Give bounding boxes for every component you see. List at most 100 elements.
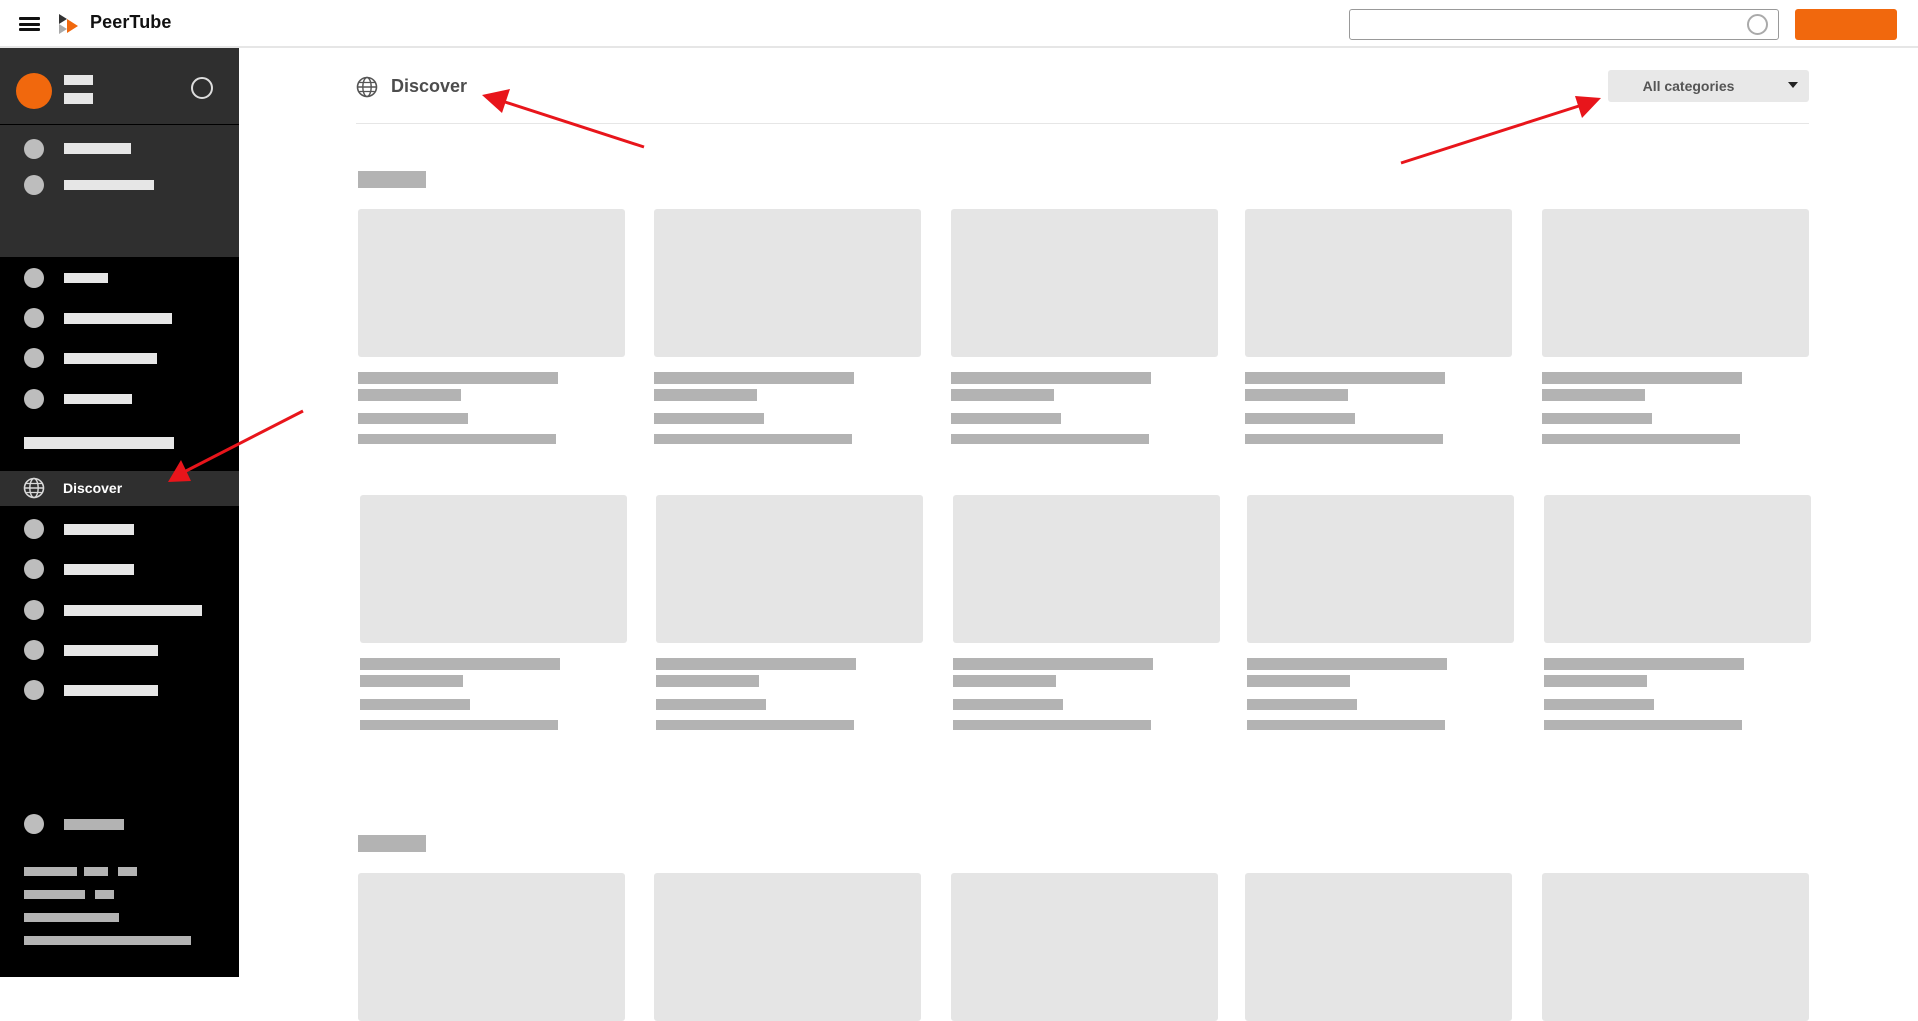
header-divider [356, 123, 1809, 124]
video-thumbnail[interactable] [953, 495, 1220, 643]
video-channel[interactable] [1247, 699, 1357, 710]
video-meta [953, 720, 1151, 730]
sidebar-item-about[interactable] [64, 819, 124, 830]
video-thumbnail[interactable] [360, 495, 627, 643]
video-thumbnail[interactable] [358, 209, 625, 357]
video-thumbnail[interactable] [1542, 873, 1809, 1021]
sidebar-item-icon [24, 268, 44, 288]
video-meta [654, 434, 852, 444]
video-meta [1544, 720, 1742, 730]
chevron-down-icon[interactable] [1788, 82, 1798, 88]
sidebar-item-my-account[interactable] [64, 143, 131, 154]
video-title[interactable] [654, 389, 757, 401]
sidebar-item-local-videos[interactable] [64, 605, 202, 616]
video-thumbnail[interactable] [951, 873, 1218, 1021]
footer-link[interactable] [24, 867, 77, 876]
sidebar-item-trending[interactable] [64, 524, 134, 535]
video-channel[interactable] [953, 699, 1063, 710]
video-title[interactable] [358, 372, 558, 384]
sidebar-item-history[interactable] [64, 353, 157, 364]
avatar[interactable] [16, 73, 52, 109]
video-thumbnail[interactable] [358, 873, 625, 1021]
arrow-to-select [1400, 96, 1601, 165]
sidebar-item-icon [24, 519, 44, 539]
video-channel[interactable] [951, 413, 1061, 424]
sidebar-item-recently-added[interactable] [64, 564, 134, 575]
search-icon[interactable] [1747, 14, 1768, 35]
sidebar-item-icon [24, 389, 44, 409]
sidebar-item-icon [24, 139, 44, 159]
sidebar-item-icon [24, 348, 44, 368]
video-thumbnail[interactable] [1544, 495, 1811, 643]
video-title[interactable] [953, 675, 1056, 687]
settings-icon[interactable] [191, 77, 213, 99]
login-button[interactable] [1795, 9, 1897, 40]
video-title[interactable] [953, 658, 1153, 670]
video-thumbnail[interactable] [1245, 209, 1512, 357]
sidebar-item-channels[interactable] [64, 645, 158, 656]
search-input[interactable] [1349, 9, 1779, 40]
video-title[interactable] [654, 372, 854, 384]
video-channel[interactable] [358, 413, 468, 424]
video-title[interactable] [360, 658, 560, 670]
footer-link[interactable] [95, 890, 114, 899]
video-thumbnail[interactable] [1247, 495, 1514, 643]
footer-link[interactable] [24, 936, 191, 945]
video-title[interactable] [1544, 675, 1647, 687]
video-meta [1245, 434, 1443, 444]
video-title[interactable] [656, 675, 759, 687]
sidebar-item-home[interactable] [64, 273, 108, 283]
top-bar: PeerTube [0, 0, 1918, 48]
footer-link[interactable] [24, 913, 119, 922]
video-title[interactable] [358, 389, 461, 401]
sidebar-item-playlists[interactable] [64, 394, 132, 404]
video-meta [656, 720, 854, 730]
sidebar-item-subscriptions[interactable] [64, 313, 172, 324]
video-channel[interactable] [1245, 413, 1355, 424]
sidebar-item-icon [24, 175, 44, 195]
globe-icon [23, 477, 45, 499]
video-title[interactable] [360, 675, 463, 687]
user-name-placeholder [64, 75, 93, 85]
video-title[interactable] [951, 389, 1054, 401]
footer-link[interactable] [24, 890, 85, 899]
video-channel[interactable] [654, 413, 764, 424]
video-title[interactable] [1544, 658, 1744, 670]
video-title[interactable] [1245, 372, 1445, 384]
sidebar-section-heading [24, 437, 174, 449]
video-channel[interactable] [360, 699, 470, 710]
video-meta [358, 434, 556, 444]
video-channel[interactable] [1542, 413, 1652, 424]
footer-link[interactable] [84, 867, 108, 876]
video-meta [360, 720, 558, 730]
annotation-arrows [168, 89, 1601, 482]
video-thumbnail[interactable] [656, 495, 923, 643]
video-thumbnail[interactable] [951, 209, 1218, 357]
brand-name[interactable]: PeerTube [90, 12, 172, 33]
globe-icon [356, 76, 378, 98]
video-title[interactable] [1542, 389, 1645, 401]
video-thumbnail[interactable] [654, 873, 921, 1021]
category-select-value: All categories [1642, 78, 1735, 94]
video-title[interactable] [951, 372, 1151, 384]
peertube-logo-icon[interactable] [59, 14, 78, 34]
video-title[interactable] [1247, 658, 1447, 670]
sidebar-item-explore[interactable] [64, 685, 158, 696]
video-thumbnail[interactable] [654, 209, 921, 357]
video-channel[interactable] [656, 699, 766, 710]
menu-icon[interactable] [19, 17, 40, 31]
video-title[interactable] [1542, 372, 1742, 384]
sidebar-item-my-library[interactable] [64, 180, 154, 190]
category-select[interactable]: All categories [1608, 70, 1809, 102]
video-meta [951, 434, 1149, 444]
video-title[interactable] [1247, 675, 1350, 687]
footer-link[interactable] [118, 867, 137, 876]
sidebar-item-icon [24, 600, 44, 620]
video-meta [1542, 434, 1740, 444]
video-title[interactable] [656, 658, 856, 670]
video-title[interactable] [1245, 389, 1348, 401]
video-channel[interactable] [1544, 699, 1654, 710]
video-thumbnail[interactable] [1245, 873, 1512, 1021]
video-thumbnail[interactable] [1542, 209, 1809, 357]
section-heading [358, 171, 426, 188]
